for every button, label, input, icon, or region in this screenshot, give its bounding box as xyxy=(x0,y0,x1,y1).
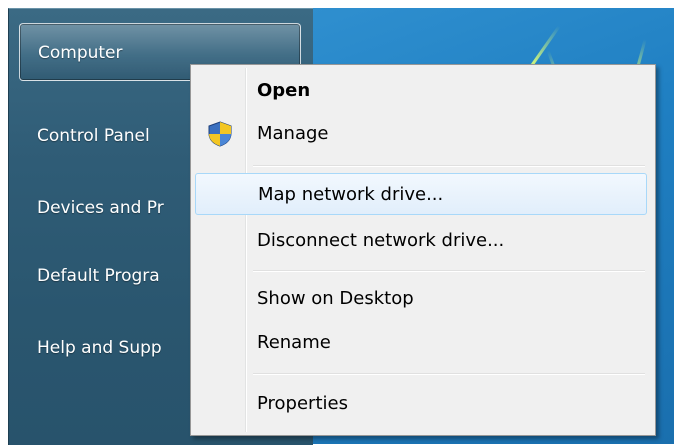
menu-item-manage[interactable]: Manage xyxy=(195,113,647,155)
context-menu: Open Manage Map network drive... Disconn… xyxy=(190,64,656,436)
menu-separator xyxy=(253,270,645,272)
menu-item-label: Show on Desktop xyxy=(257,288,414,309)
menu-item-label: Map network drive... xyxy=(258,184,444,205)
uac-shield-icon xyxy=(207,121,233,147)
start-item-label: Computer xyxy=(38,43,123,63)
start-item-label: Devices and Pr xyxy=(37,198,164,218)
menu-item-label: Open xyxy=(257,80,311,101)
menu-item-label: Rename xyxy=(257,332,331,353)
menu-separator xyxy=(253,373,645,375)
menu-item-label: Disconnect network drive... xyxy=(257,230,505,251)
menu-item-disconnect-network-drive[interactable]: Disconnect network drive... xyxy=(195,220,647,262)
menu-item-open[interactable]: Open xyxy=(195,70,647,112)
menu-item-map-network-drive[interactable]: Map network drive... xyxy=(195,173,647,215)
start-item-label: Control Panel xyxy=(37,126,150,146)
start-item-label: Help and Supp xyxy=(37,338,162,358)
menu-item-rename[interactable]: Rename xyxy=(195,322,647,364)
menu-separator xyxy=(253,165,645,167)
menu-item-properties[interactable]: Properties xyxy=(195,383,647,425)
menu-item-show-on-desktop[interactable]: Show on Desktop xyxy=(195,278,647,320)
menu-item-label: Properties xyxy=(257,393,348,414)
start-item-label: Default Progra xyxy=(37,266,160,286)
menu-item-label: Manage xyxy=(257,123,329,144)
